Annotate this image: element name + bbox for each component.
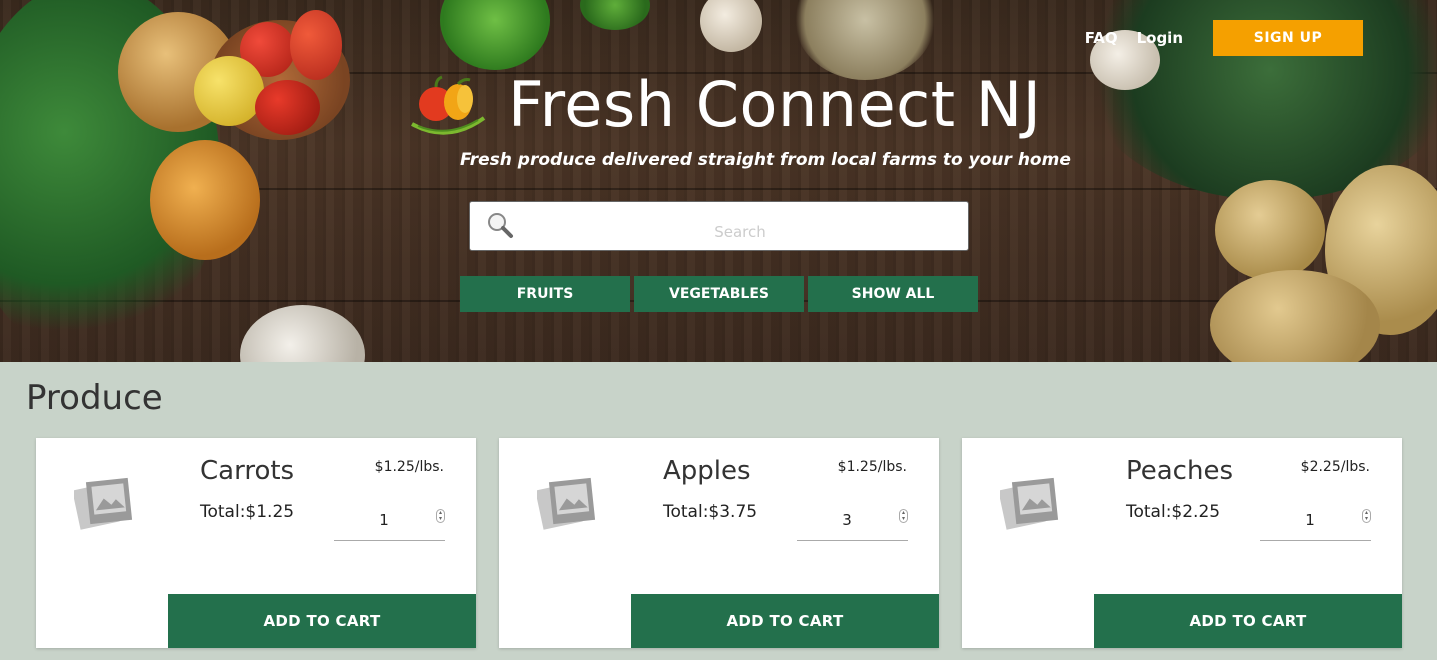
product-price: $1.25/lbs.: [374, 459, 444, 475]
search-bar: [469, 201, 969, 251]
quantity-stepper[interactable]: 1 ▴ ▾: [1260, 504, 1371, 541]
spinner-arrows-icon[interactable]: ▴ ▾: [899, 509, 908, 523]
fruits-filter-button[interactable]: FRUITS: [460, 276, 630, 312]
garlic-decoration: [240, 305, 365, 362]
image-placeholder-icon: [537, 477, 596, 530]
search-input[interactable]: [520, 202, 960, 250]
vegetables-filter-button[interactable]: VEGETABLES: [634, 276, 804, 312]
image-placeholder-icon: [1000, 477, 1059, 530]
produce-heading: Produce: [26, 378, 163, 418]
yellow-tomato-decoration: [194, 56, 264, 126]
quantity-value[interactable]: 3: [797, 511, 897, 529]
hero-banner: FAQ Login SIGN UP Fresh Connect NJ Fresh…: [0, 0, 1437, 362]
product-name: Carrots: [200, 456, 295, 486]
tagline: Fresh produce delivered straight from lo…: [460, 150, 1071, 170]
search-icon: [488, 213, 513, 238]
show-all-filter-button[interactable]: SHOW ALL: [808, 276, 978, 312]
product-card: Apples $1.25/lbs. Total:$3.75 3 ▴ ▾ ADD T…: [499, 438, 939, 648]
quantity-value[interactable]: 1: [1260, 511, 1360, 529]
image-placeholder-icon: [74, 477, 133, 530]
add-to-cart-button[interactable]: ADD TO CART: [168, 594, 476, 648]
brand: Fresh Connect NJ: [408, 70, 1041, 140]
product-card: Peaches $2.25/lbs. Total:$2.25 1 ▴ ▾ ADD …: [962, 438, 1402, 648]
product-total: Total:$2.25: [1126, 502, 1221, 522]
spinner-arrows-icon[interactable]: ▴ ▾: [1362, 509, 1371, 523]
product-name: Apples: [663, 456, 751, 486]
spinner-arrows-icon[interactable]: ▴ ▾: [436, 509, 445, 523]
orange-decoration: [150, 140, 260, 260]
add-to-cart-button[interactable]: ADD TO CART: [631, 594, 939, 648]
faq-link[interactable]: FAQ: [1085, 29, 1118, 47]
quantity-stepper[interactable]: 1 ▴ ▾: [334, 504, 445, 541]
site-title: Fresh Connect NJ: [508, 68, 1042, 141]
add-to-cart-button[interactable]: ADD TO CART: [1094, 594, 1402, 648]
potato-decoration: [1215, 180, 1325, 280]
quantity-stepper[interactable]: 3 ▴ ▾: [797, 504, 908, 541]
pepper-decoration: [440, 0, 550, 70]
tomato-decoration: [255, 80, 320, 135]
garlic-clove-decoration: [700, 0, 762, 52]
product-total: Total:$1.25: [200, 502, 295, 522]
category-filters: FRUITS VEGETABLES SHOW ALL: [460, 276, 982, 312]
product-price: $1.25/lbs.: [837, 459, 907, 475]
login-link[interactable]: Login: [1137, 29, 1183, 47]
product-total: Total:$3.75: [663, 502, 758, 522]
tomato-decoration: [290, 10, 342, 80]
product-name: Peaches: [1126, 456, 1233, 486]
quantity-value[interactable]: 1: [334, 511, 434, 529]
broccoli-decoration: [580, 0, 650, 30]
signup-button[interactable]: SIGN UP: [1213, 20, 1363, 56]
product-card: Carrots $1.25/lbs. Total:$1.25 1 ▴ ▾ ADD …: [36, 438, 476, 648]
top-nav: FAQ Login SIGN UP: [1085, 20, 1363, 56]
product-price: $2.25/lbs.: [1300, 459, 1370, 475]
produce-logo-icon[interactable]: [408, 74, 488, 136]
